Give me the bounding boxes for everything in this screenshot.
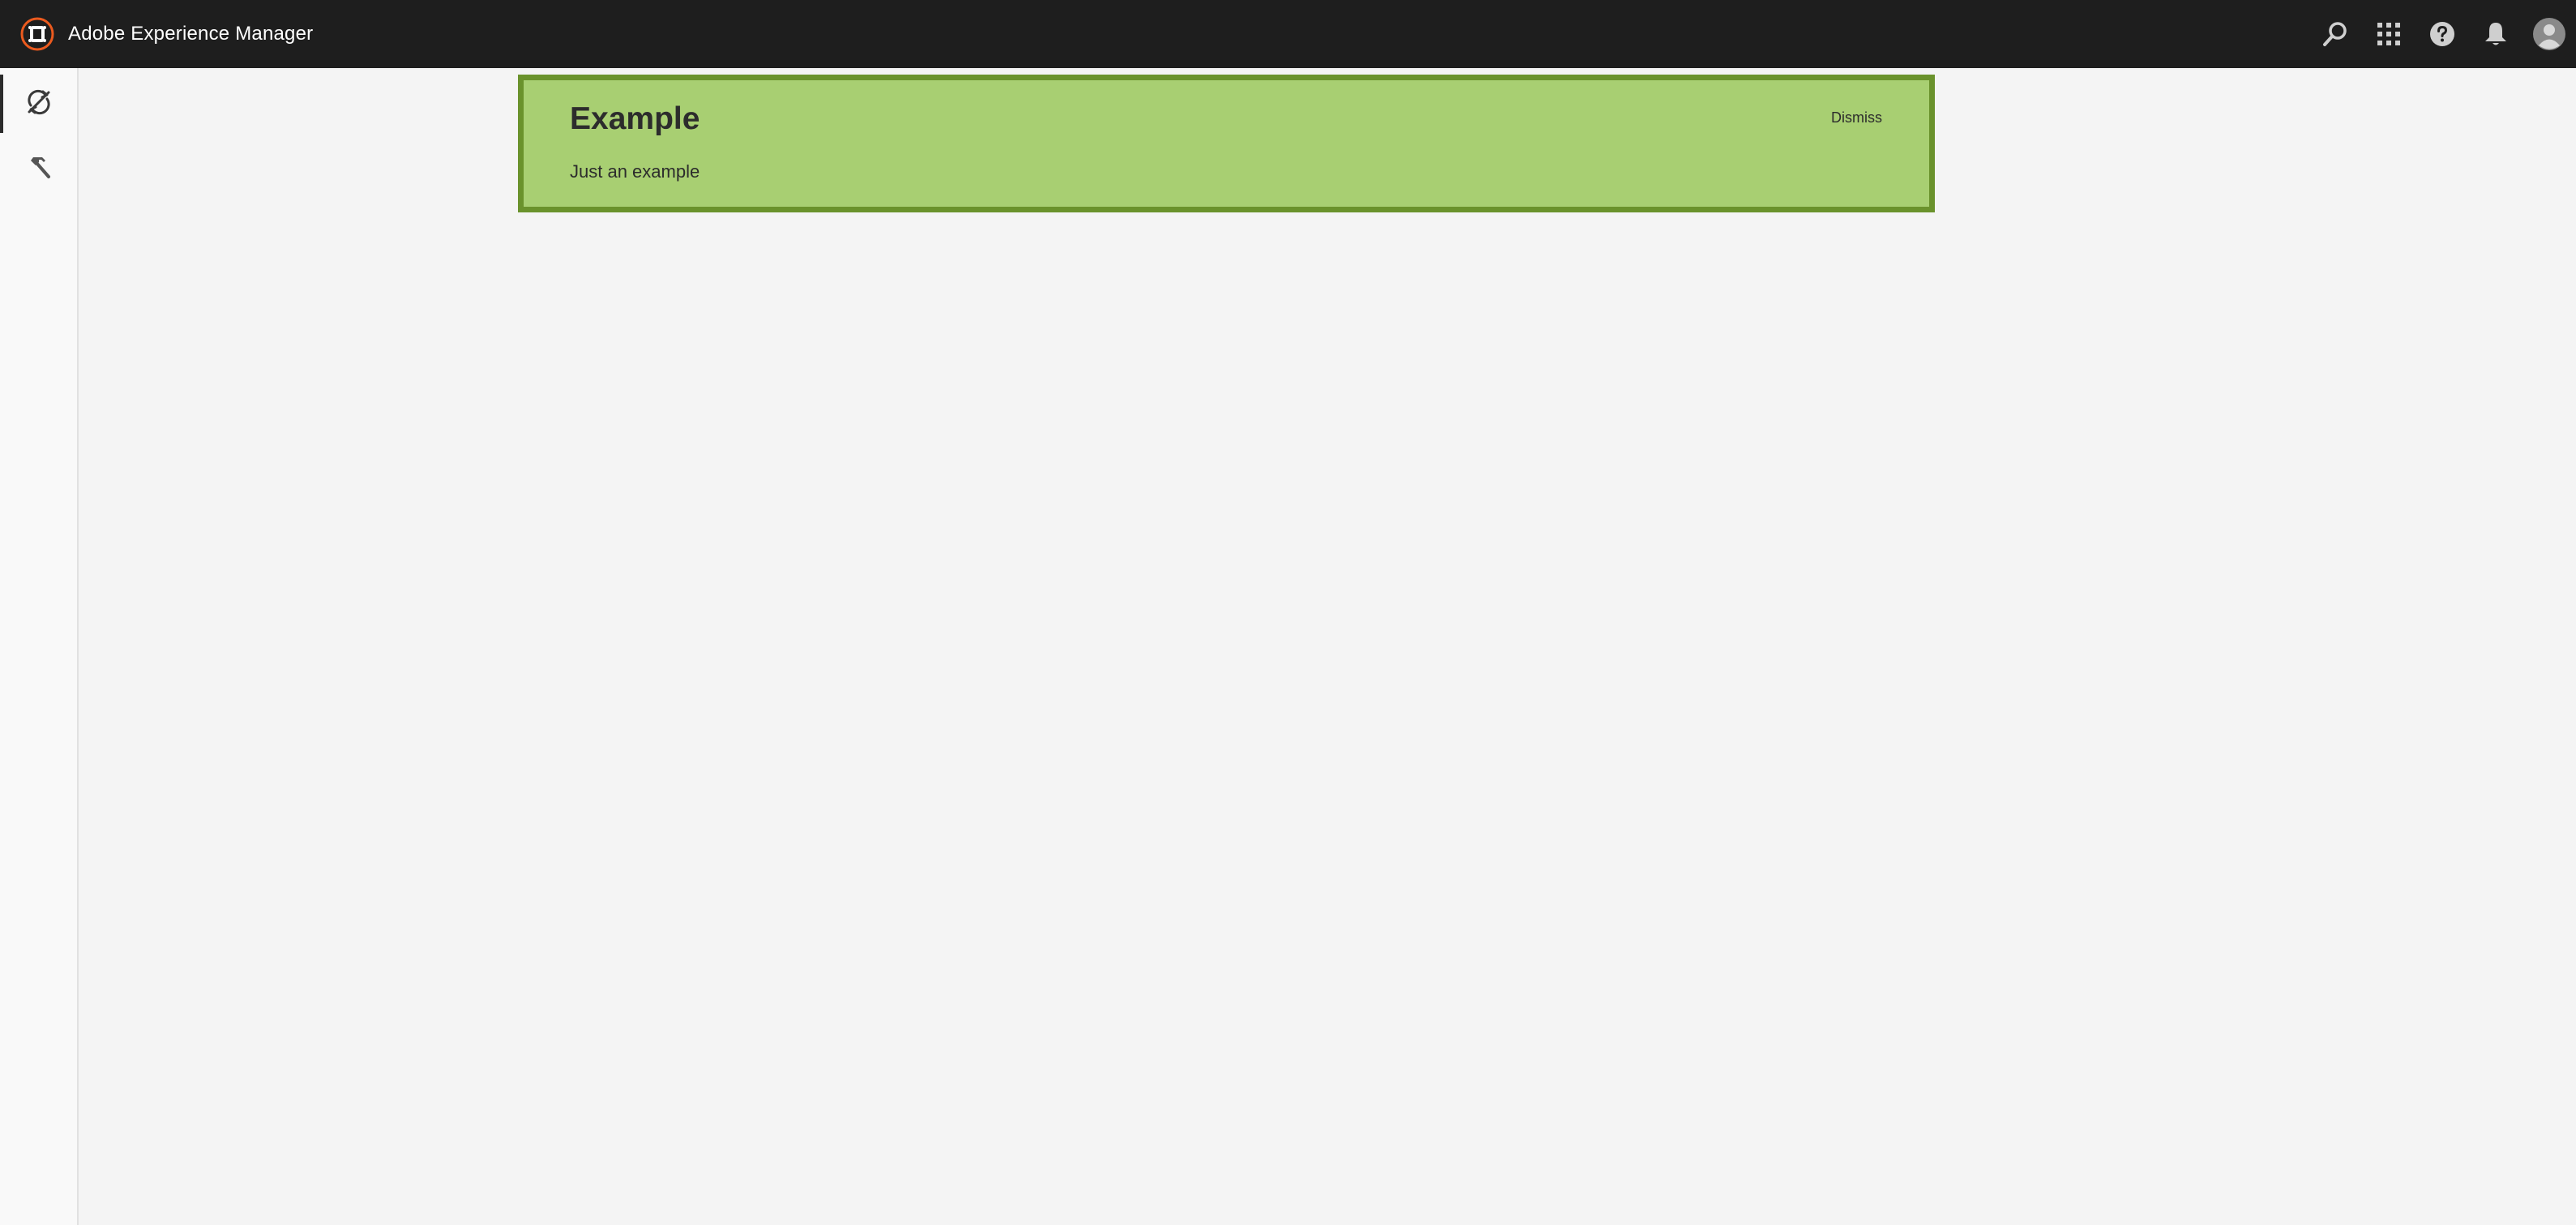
main-content: Example Dismiss Just an example	[79, 68, 2576, 1225]
app-window: Adobe Experience Manager Example Dismiss…	[0, 0, 2576, 1225]
top-header: Adobe Experience Manager	[0, 0, 2576, 68]
grid-icon	[2377, 22, 2401, 46]
help-button[interactable]	[2416, 0, 2469, 68]
search-button[interactable]	[2309, 0, 2362, 68]
brand[interactable]: Adobe Experience Manager	[19, 13, 313, 55]
search-icon	[2321, 20, 2349, 48]
bell-icon	[2484, 21, 2508, 47]
solutions-button[interactable]	[2362, 0, 2416, 68]
rail-item-sync[interactable]	[0, 71, 77, 136]
help-icon	[2429, 21, 2455, 47]
rail-item-tools[interactable]	[0, 136, 77, 201]
hammer-icon	[26, 154, 52, 184]
avatar-icon	[2532, 17, 2566, 51]
notice-message: Just an example	[570, 161, 700, 182]
aem-logo-icon	[19, 16, 55, 52]
header-actions	[2309, 0, 2576, 68]
notice-title: Example	[570, 101, 700, 136]
notifications-button[interactable]	[2469, 0, 2523, 68]
example-notice-card: Example Dismiss Just an example	[518, 75, 1935, 212]
sync-icon	[25, 88, 53, 120]
app-title: Adobe Experience Manager	[68, 23, 314, 45]
left-rail	[0, 68, 79, 1225]
user-account-button[interactable]	[2523, 0, 2576, 68]
dismiss-button[interactable]: Dismiss	[1831, 109, 1882, 126]
